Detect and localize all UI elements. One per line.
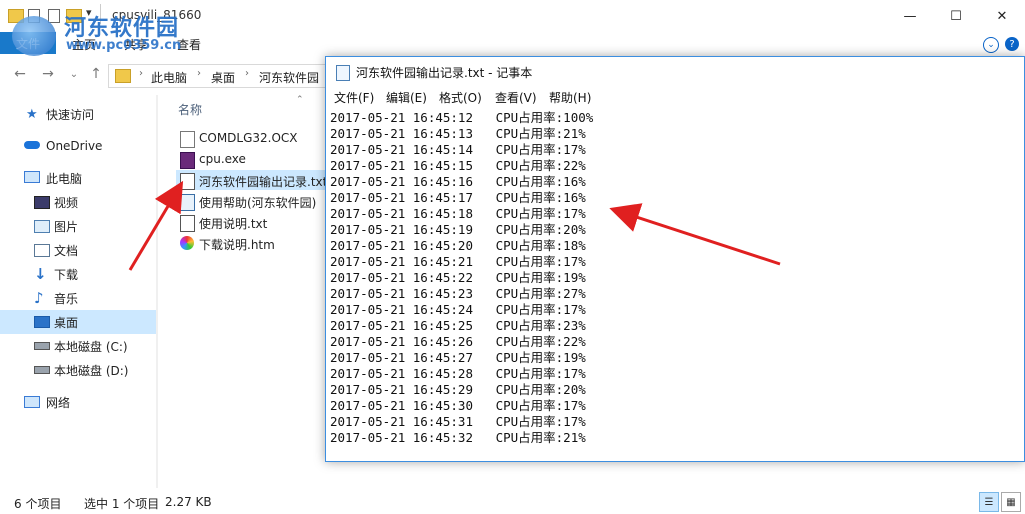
annotation-arrows — [128, 180, 781, 271]
arrow-to-text — [609, 203, 781, 266]
arrow-to-file — [128, 180, 184, 271]
